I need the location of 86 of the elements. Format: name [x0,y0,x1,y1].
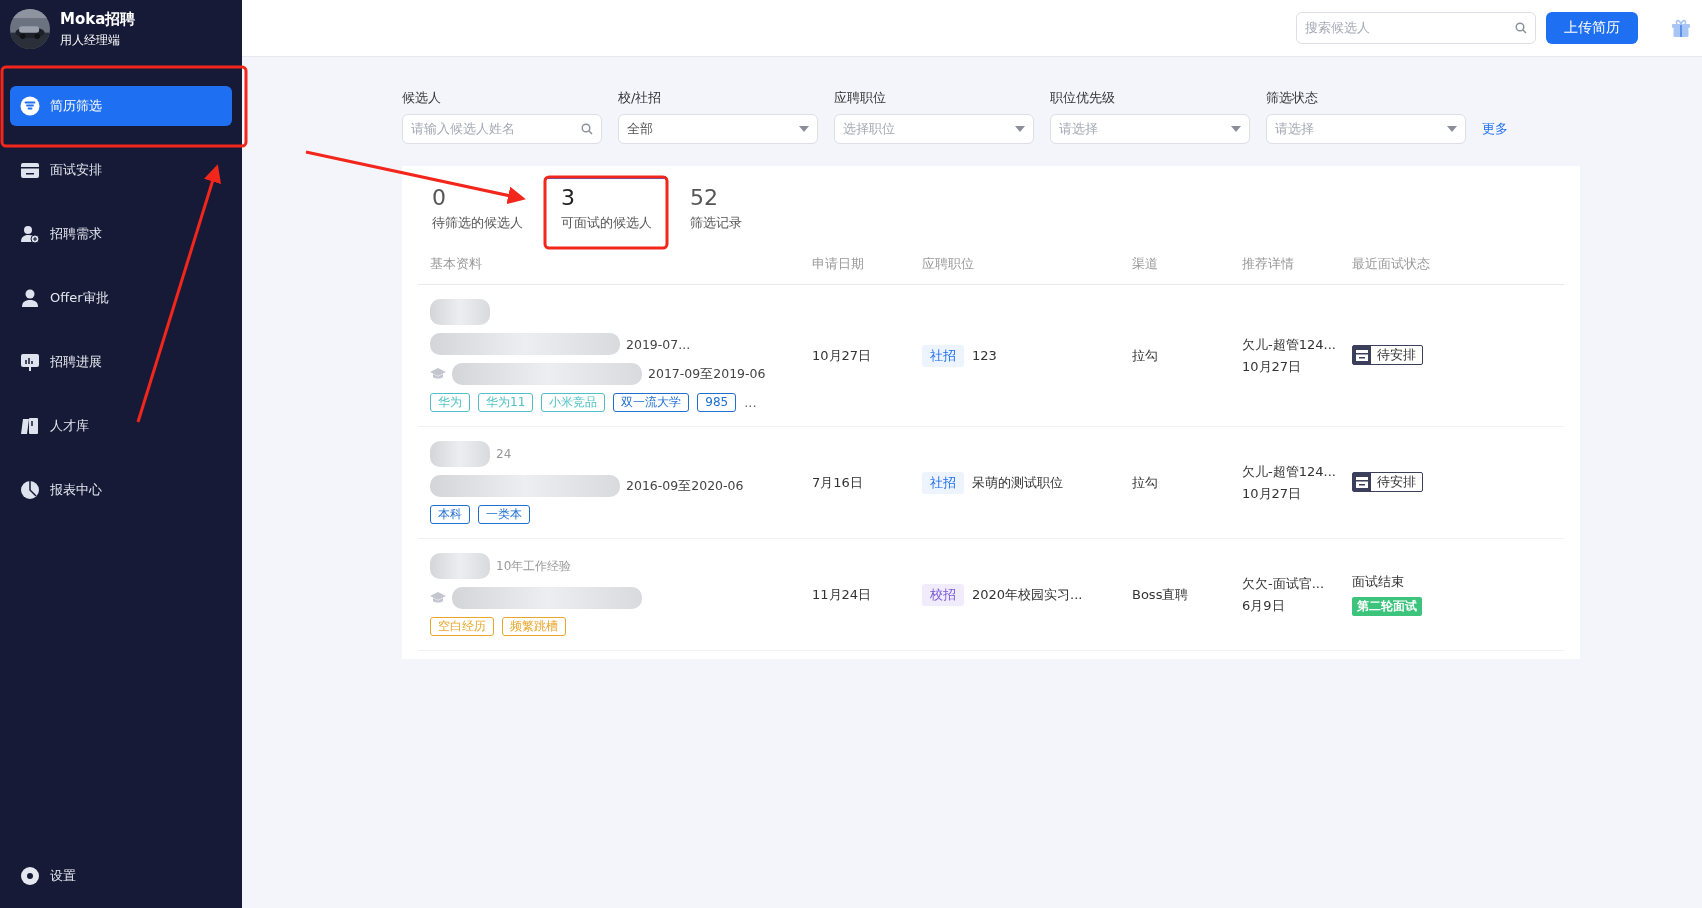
referral-text: 10月27日 [1242,357,1303,376]
graduation-cap-icon [430,368,446,380]
tab[interactable]: 52 筛选记录 [676,176,756,244]
user-add-icon [20,224,40,244]
nav-item[interactable]: 招聘需求 [10,214,232,254]
tag: 一类本 [478,505,530,524]
presentation-icon [20,352,40,372]
more-link[interactable]: 更多 [1482,114,1508,144]
tab[interactable]: 3 可面试的候选人 [547,176,666,244]
filter-label: 应聘职位 [834,89,887,107]
tag: 双一流大学 [613,393,690,412]
table-cell-text: 10月27日 [812,346,873,365]
calendar-icon [1353,472,1371,491]
tag: 985 [697,393,737,412]
tab[interactable]: 0 待筛选的候选人 [418,176,537,244]
calendar-icon [1353,345,1371,364]
job-title: 2020年校园实习... [972,585,1083,604]
dropdown[interactable]: 全部 [618,114,818,144]
tag: 频繁跳槽 [502,617,566,636]
referral-text: 10月27日 [1242,484,1303,503]
table-cell-text: 7月16日 [812,473,864,492]
candidate-meta: 10年工作经验 [496,557,572,575]
graduation-cap-icon [430,592,446,604]
settings-icon [20,866,40,886]
book-icon [20,416,40,436]
nav-item[interactable]: Offer审批 [10,278,232,318]
referral-text: 欠欠-面试官... [1242,574,1326,593]
status-tag: 待安排 [1352,471,1423,492]
status-text: 面试结束 [1352,573,1404,591]
referral-text: 6月9日 [1242,596,1286,615]
table-cell-text: Boss直聘 [1132,585,1190,604]
table-cell-text: 11月24日 [812,585,873,604]
experience-text: 2017-09至2019-06 [648,365,766,383]
nav-item[interactable]: 报表中心 [10,470,232,510]
column-header: 渠道 [1132,255,1159,273]
job-type-tag: 社招 [922,344,964,367]
filter-label: 职位优先级 [1050,89,1116,107]
caret-icon [799,126,809,132]
filter-label: 筛选状态 [1266,89,1319,107]
settings-item[interactable]: 设置 [10,856,232,896]
search-icon [1515,22,1527,34]
tag: 小米竞品 [541,393,606,412]
tag: 空白经历 [430,617,494,636]
column-header: 基本资料 [430,255,483,273]
nav-item[interactable]: 面试安排 [10,150,232,190]
column-header: 申请日期 [812,255,865,273]
user-icon [20,288,40,308]
experience-text: 2019-07... [626,336,691,352]
experience-text: 2016-09至2020-06 [626,477,744,495]
round-badge: 第二轮面试 [1352,597,1422,616]
nav-item[interactable]: 人才库 [10,406,232,446]
job-type-tag: 校招 [922,583,964,606]
upload-resume-button[interactable]: 上传简历 [1546,12,1638,44]
filter-label: 候选人 [402,89,442,107]
column-header: 推荐详情 [1242,255,1295,273]
filter-icon [20,96,40,116]
job-title: 123 [972,348,997,363]
candidate-meta: 24 [496,447,512,461]
redaction-blur [430,441,490,467]
nav-item[interactable]: 招聘进展 [10,342,232,382]
filter-label: 校/社招 [618,89,663,107]
calendar-icon [20,160,40,180]
caret-icon [1015,126,1025,132]
tag: 华为 [430,393,470,412]
brand-subtitle: 用人经理端 [60,31,121,49]
job-title: 呆萌的测试职位 [972,473,1063,492]
tag: 本科 [430,505,470,524]
pie-chart-icon [20,480,40,500]
table-cell-text: 拉勾 [1132,346,1159,365]
more-tags: ... [744,395,757,410]
gift-icon[interactable] [1670,17,1692,39]
redaction-blur [430,299,490,325]
referral-text: 欠儿-超管124... [1242,335,1337,354]
caret-icon [1231,126,1241,132]
nav-item[interactable]: 简历筛选 [10,86,232,126]
search-icon [581,123,593,135]
status-tag: 待安排 [1352,344,1423,365]
column-header: 应聘职位 [922,255,975,273]
tag: 华为11 [478,393,534,412]
column-header: 最近面试状态 [1352,255,1431,273]
job-type-tag: 社招 [922,471,964,494]
redaction-blur [430,553,490,579]
caret-icon [1447,126,1457,132]
referral-text: 欠儿-超管124... [1242,462,1337,481]
brand-name: Moka招聘 [60,9,136,29]
table-cell-text: 拉勾 [1132,473,1159,492]
